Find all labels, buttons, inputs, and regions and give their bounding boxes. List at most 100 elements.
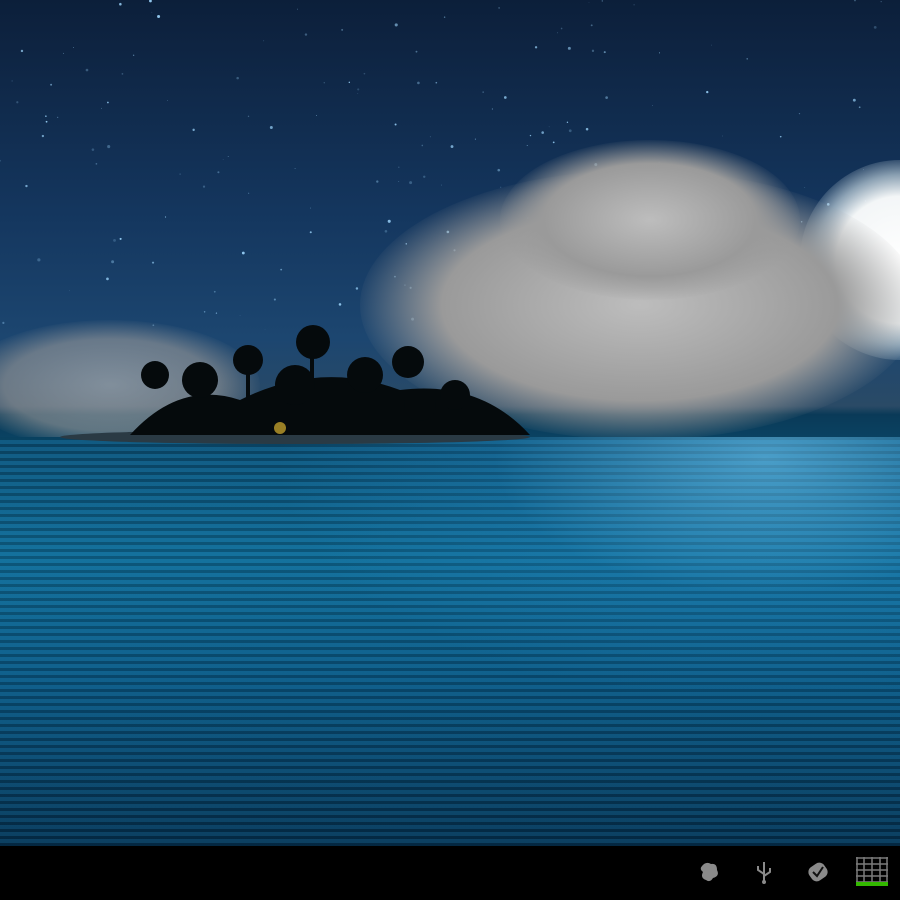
- star: [534, 46, 538, 49]
- star: [529, 134, 532, 137]
- star: [710, 44, 713, 46]
- star: [316, 115, 317, 116]
- star: [107, 101, 109, 104]
- star: [213, 290, 216, 293]
- star: [45, 115, 47, 117]
- star: [106, 277, 109, 281]
- star: [2, 321, 5, 324]
- star: [50, 83, 53, 86]
- star: [247, 115, 250, 118]
- star: [880, 1, 882, 3]
- star: [151, 261, 155, 264]
- star: [16, 101, 19, 104]
- star: [151, 11, 153, 13]
- star: [482, 91, 484, 93]
- star: [357, 93, 359, 94]
- star: [203, 311, 206, 313]
- star: [852, 98, 856, 102]
- star: [111, 260, 115, 264]
- star: [387, 219, 391, 223]
- star: [121, 72, 124, 75]
- star: [57, 116, 59, 118]
- star: [85, 68, 89, 72]
- cloud: [500, 140, 800, 300]
- star: [858, 106, 861, 109]
- star: [202, 185, 206, 188]
- star: [95, 162, 98, 165]
- star: [304, 33, 308, 36]
- star: [263, 40, 265, 42]
- star: [491, 108, 493, 110]
- star: [659, 52, 661, 54]
- star: [119, 237, 122, 240]
- star: [248, 192, 250, 194]
- star: [236, 76, 239, 80]
- star: [415, 50, 418, 53]
- star: [338, 303, 342, 306]
- star: [557, 32, 559, 34]
- star: [341, 28, 344, 31]
- star: [119, 2, 122, 6]
- star: [721, 135, 723, 137]
- star: [217, 171, 220, 174]
- star: [498, 7, 500, 9]
- star: [384, 229, 388, 233]
- star: [280, 268, 283, 271]
- star: [552, 141, 555, 144]
- star: [269, 125, 273, 129]
- apps-grid-icon[interactable]: [855, 856, 889, 888]
- star: [633, 4, 635, 6]
- star: [398, 181, 400, 182]
- star: [541, 131, 544, 134]
- star: [348, 81, 351, 84]
- debug-icon[interactable]: [696, 858, 724, 886]
- star: [107, 145, 111, 149]
- star: [503, 96, 507, 99]
- star: [273, 298, 276, 301]
- star: [157, 15, 161, 19]
- star: [11, 80, 13, 82]
- star: [417, 81, 420, 85]
- sea: [0, 437, 900, 846]
- star: [192, 128, 195, 132]
- star: [429, 136, 431, 138]
- star: [91, 148, 95, 151]
- star: [443, 16, 446, 18]
- star: [179, 173, 181, 175]
- star: [854, 0, 856, 2]
- star: [294, 168, 296, 169]
- star: [398, 166, 400, 168]
- star: [568, 129, 572, 133]
- star: [241, 251, 245, 255]
- star: [423, 175, 426, 178]
- palm-trees: [130, 325, 530, 435]
- star: [601, 0, 603, 2]
- star: [132, 54, 135, 56]
- star: [41, 134, 45, 138]
- star: [474, 138, 476, 140]
- star: [605, 96, 608, 99]
- star: [363, 72, 366, 75]
- star: [297, 8, 298, 10]
- star: [20, 49, 24, 53]
- star: [376, 180, 379, 183]
- notification-check-icon[interactable]: [804, 858, 832, 886]
- star: [873, 26, 877, 29]
- star: [100, 107, 102, 109]
- star: [45, 120, 48, 123]
- star: [394, 23, 398, 27]
- star: [309, 231, 312, 234]
- star: [355, 287, 359, 290]
- star: [435, 81, 438, 84]
- star: [63, 52, 64, 54]
- star: [567, 46, 571, 50]
- star: [746, 58, 748, 60]
- star: [215, 312, 218, 314]
- star: [239, 315, 241, 316]
- usb-icon[interactable]: [750, 858, 778, 886]
- star: [560, 27, 563, 30]
- star: [421, 144, 424, 147]
- star: [357, 88, 360, 91]
- star: [310, 207, 311, 209]
- star: [591, 49, 595, 53]
